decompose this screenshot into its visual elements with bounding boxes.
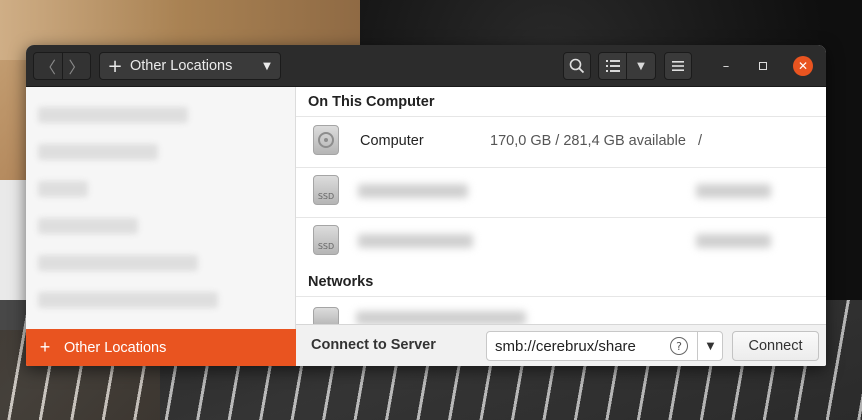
file-manager-window: 〈 〉 + Other Locations ▼ ▼ – ✕ + Other Lo… [26, 45, 826, 366]
drive-mount-blurred [696, 234, 771, 248]
hamburger-menu-icon [672, 61, 684, 71]
ssd-icon: SSD [313, 225, 339, 255]
connect-button[interactable]: Connect [732, 331, 819, 361]
headerbar: 〈 〉 + Other Locations ▼ ▼ – ✕ [26, 45, 826, 87]
section-title-networks: Networks [308, 274, 374, 290]
minimize-icon: – [722, 58, 730, 74]
sidebar: + Other Locations [26, 87, 296, 366]
view-options-button[interactable]: ▼ [598, 52, 656, 80]
chevron-left-icon: 〈 [39, 58, 56, 77]
divider [296, 296, 826, 297]
hdd-icon [313, 125, 339, 155]
connect-to-server-bar: Connect to Server ? ▼ Connect [296, 324, 826, 366]
path-bar-button[interactable]: + Other Locations ▼ [99, 52, 281, 80]
maximize-icon [759, 62, 767, 70]
divider [296, 116, 826, 117]
close-icon: ✕ [797, 59, 809, 73]
network-name-blurred [356, 311, 526, 324]
back-button[interactable]: 〈 [34, 53, 62, 79]
sidebar-item-label: Other Locations [64, 339, 167, 356]
search-icon [569, 58, 585, 74]
caret-down-icon: ▼ [706, 340, 715, 352]
server-history-dropdown[interactable]: ▼ [697, 332, 723, 360]
plus-icon: + [107, 55, 123, 77]
drive-name-blurred [358, 184, 468, 198]
navigation-buttons: 〈 〉 [33, 52, 91, 80]
sidebar-item-blurred[interactable] [38, 107, 188, 123]
search-button[interactable] [563, 52, 591, 80]
drive-mount-blurred [696, 184, 771, 198]
sidebar-item-other-locations[interactable]: + Other Locations [26, 329, 296, 366]
help-icon[interactable]: ? [670, 337, 688, 355]
divider [296, 217, 826, 218]
section-title-on-this-computer: On This Computer [308, 94, 435, 110]
plus-icon: + [39, 337, 51, 357]
minimize-button[interactable]: – [716, 56, 736, 76]
path-label: Other Locations [130, 58, 233, 74]
server-address-combo: ? ▼ [486, 331, 723, 361]
menu-button[interactable] [664, 52, 692, 80]
forward-button[interactable]: 〉 [61, 53, 90, 79]
sidebar-item-blurred[interactable] [38, 255, 198, 271]
drive-mount-point: / [698, 133, 703, 149]
maximize-button[interactable] [753, 56, 773, 76]
divider [296, 167, 826, 168]
drive-name: Computer [360, 133, 424, 149]
drive-name-blurred [358, 234, 473, 248]
connect-to-server-label: Connect to Server [311, 337, 436, 353]
chevron-right-icon: 〉 [68, 58, 85, 77]
locations-list: On This Computer Computer 170,0 GB / 281… [296, 87, 826, 324]
server-address-input[interactable] [487, 332, 697, 360]
sidebar-item-blurred[interactable] [38, 292, 218, 308]
sidebar-item-blurred[interactable] [38, 218, 138, 234]
close-button[interactable]: ✕ [793, 56, 813, 76]
caret-down-icon: ▼ [637, 60, 645, 72]
sidebar-item-blurred[interactable] [38, 181, 88, 197]
caret-down-icon: ▼ [263, 60, 271, 72]
ssd-icon: SSD [313, 175, 339, 205]
drive-space: 170,0 GB / 281,4 GB available [490, 133, 686, 149]
sidebar-item-blurred[interactable] [38, 144, 158, 160]
list-view-icon [599, 53, 628, 79]
network-icon [313, 307, 339, 324]
